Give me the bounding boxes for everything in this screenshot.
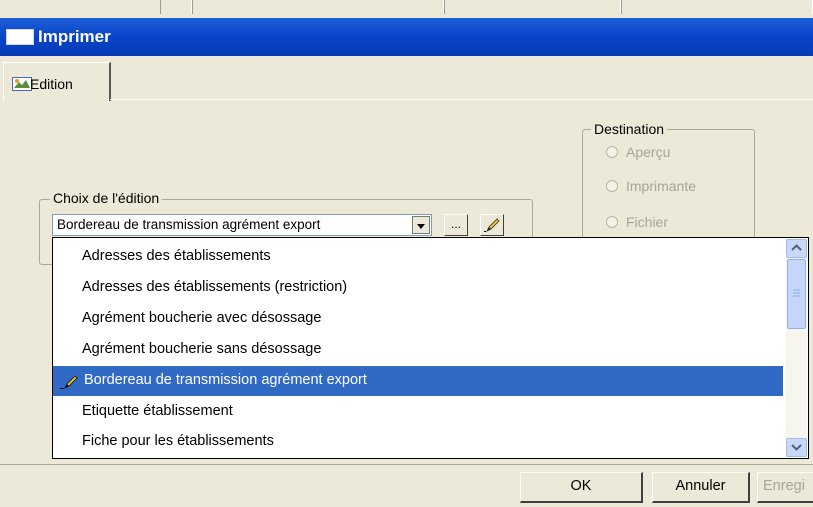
cancel-button[interactable]: Annuler bbox=[652, 472, 750, 503]
edition-select[interactable]: Bordereau de transmission agrément expor… bbox=[52, 214, 432, 236]
list-item[interactable]: Fiche pour les établissements bbox=[53, 427, 783, 457]
radio-circle bbox=[606, 180, 618, 192]
cancel-label: Annuler bbox=[675, 478, 726, 494]
list-item-label: Bordereau de transmission agrément expor… bbox=[84, 372, 367, 388]
strip-segment bbox=[160, 0, 192, 14]
list-item-label: Etiquette établissement bbox=[82, 403, 233, 419]
tab-label: Edition bbox=[30, 76, 73, 92]
window-icon[interactable] bbox=[6, 29, 34, 45]
radio-imprimante[interactable]: Imprimante bbox=[606, 178, 696, 194]
list-item[interactable]: Etiquette établissement bbox=[53, 397, 783, 427]
save-button[interactable]: Enregi bbox=[757, 472, 813, 503]
radio-circle bbox=[606, 216, 618, 228]
list-item[interactable]: Agrément boucherie avec désossage bbox=[53, 304, 783, 334]
list-item[interactable]: Adresses des établissements (restriction… bbox=[53, 273, 783, 303]
radio-apercu[interactable]: Aperçu bbox=[606, 144, 670, 160]
grip-icon bbox=[793, 289, 800, 297]
list-item[interactable]: Adresses des établissements bbox=[53, 242, 783, 272]
list-item-label: Fiche pour les établissements bbox=[82, 433, 274, 449]
list-item-selected[interactable]: Bordereau de transmission agrément expor… bbox=[53, 366, 783, 396]
edition-select-value: Bordereau de transmission agrément expor… bbox=[57, 217, 321, 232]
list-item-label: Adresses des établissements bbox=[82, 248, 271, 264]
scroll-up-button[interactable] bbox=[786, 239, 807, 258]
dropdown-arrow-button[interactable] bbox=[412, 216, 430, 234]
background-window-strip bbox=[0, 0, 813, 18]
pencil-icon bbox=[484, 218, 500, 232]
destination-legend: Destination bbox=[591, 121, 668, 137]
tab-strip bbox=[0, 56, 813, 100]
list-scrollbar[interactable] bbox=[786, 239, 807, 457]
title-bar[interactable]: Imprimer bbox=[0, 18, 813, 56]
radio-circle bbox=[606, 146, 618, 158]
strip-segment bbox=[192, 0, 444, 14]
pencil-icon bbox=[60, 375, 78, 389]
tab-edition[interactable]: Edition bbox=[3, 62, 111, 101]
radio-label: Fichier bbox=[626, 214, 669, 230]
choice-legend: Choix de l'édition bbox=[50, 190, 163, 206]
browse-label: ... bbox=[450, 217, 461, 231]
list-item-label: Agrément boucherie avec désossage bbox=[82, 310, 322, 326]
strip-segment bbox=[621, 0, 813, 14]
chevron-up-icon bbox=[791, 244, 802, 251]
radio-label: Imprimante bbox=[626, 178, 697, 194]
window-title: Imprimer bbox=[38, 27, 111, 46]
chevron-down-icon bbox=[791, 444, 802, 451]
scroll-down-button[interactable] bbox=[786, 438, 807, 457]
save-label: Enregi bbox=[763, 478, 805, 494]
radio-fichier[interactable]: Fichier bbox=[606, 214, 668, 230]
browse-button[interactable]: ... bbox=[444, 214, 468, 236]
list-item[interactable]: Agrément boucherie sans désossage bbox=[53, 335, 783, 365]
list-item-label: Agrément boucherie sans désossage bbox=[82, 341, 322, 357]
edition-dropdown-list[interactable]: Adresses des établissements Adresses des… bbox=[52, 237, 809, 459]
edition-icon bbox=[12, 77, 32, 91]
radio-label: Aperçu bbox=[626, 144, 671, 160]
strip-segment bbox=[444, 0, 621, 14]
scroll-thumb[interactable] bbox=[787, 259, 806, 329]
list-item-label: Adresses des établissements (restriction… bbox=[82, 279, 348, 295]
ok-button[interactable]: OK bbox=[520, 472, 643, 503]
edit-button[interactable] bbox=[480, 214, 504, 236]
ok-label: OK bbox=[570, 478, 592, 494]
